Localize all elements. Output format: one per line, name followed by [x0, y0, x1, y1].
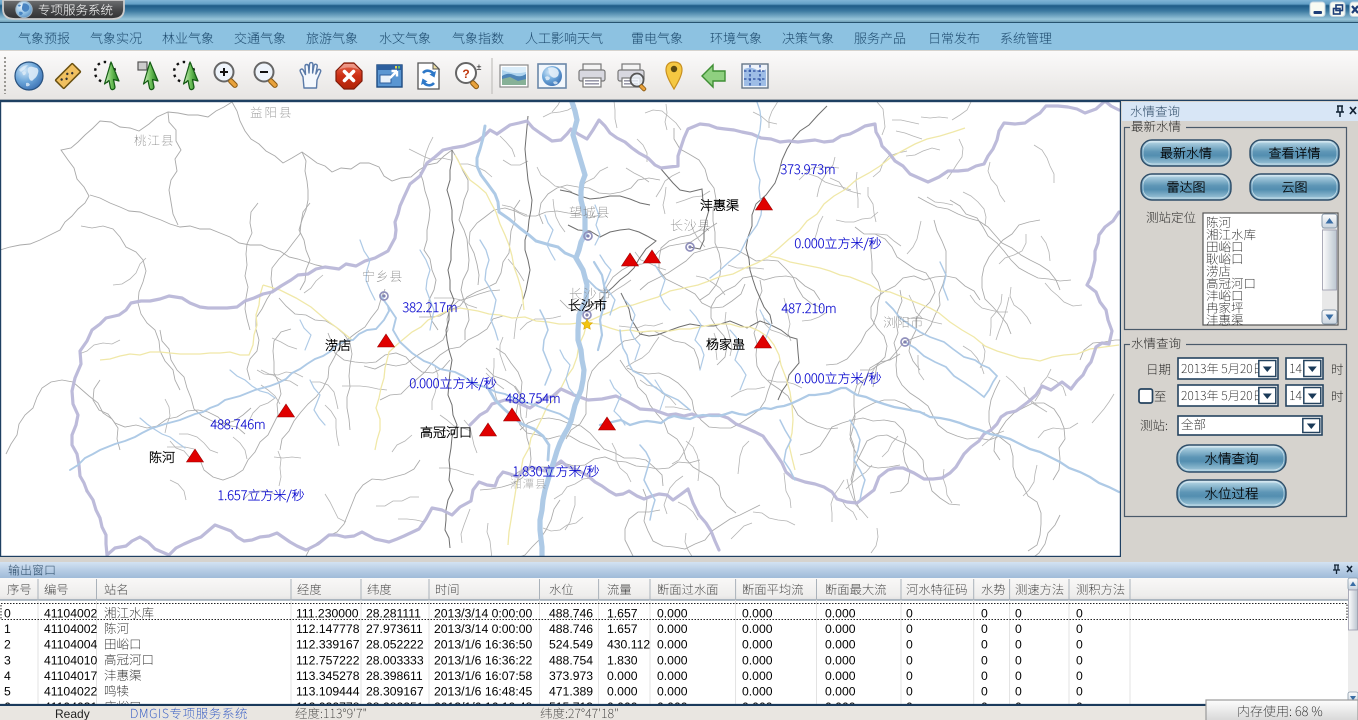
- svg-text:0.000: 0.000: [657, 685, 688, 699]
- svg-text:2013/1/6 16:48:45: 2013/1/6 16:48:45: [434, 685, 532, 699]
- svg-text:0.000: 0.000: [607, 685, 638, 699]
- svg-text:112.757222: 112.757222: [296, 653, 360, 667]
- svg-text:28.003333: 28.003333: [366, 653, 424, 667]
- svg-text:1.657: 1.657: [607, 622, 638, 636]
- svg-text:?: ?: [462, 67, 469, 81]
- svg-text:0.000: 0.000: [657, 638, 688, 652]
- svg-text:0.000: 0.000: [742, 607, 773, 621]
- svg-text:112.339167: 112.339167: [296, 638, 360, 652]
- svg-text:Ready: Ready: [55, 707, 90, 720]
- svg-text:0.000: 0.000: [742, 669, 773, 683]
- svg-text:488.746: 488.746: [549, 607, 593, 621]
- svg-text:0: 0: [981, 638, 988, 652]
- svg-text:2013/1/6 16:36:50: 2013/1/6 16:36:50: [434, 638, 532, 652]
- svg-text:1: 1: [4, 622, 11, 636]
- svg-text:0.000: 0.000: [742, 685, 773, 699]
- svg-text:0: 0: [1076, 607, 1083, 621]
- svg-text:430.112: 430.112: [607, 638, 650, 652]
- svg-text:0.000: 0.000: [825, 685, 856, 699]
- svg-text:0: 0: [906, 622, 913, 636]
- svg-text:3: 3: [4, 653, 11, 667]
- svg-text:41104002: 41104002: [44, 622, 98, 636]
- svg-text:5: 5: [4, 685, 11, 699]
- svg-text:0: 0: [981, 622, 988, 636]
- svg-text:488.754: 488.754: [549, 653, 593, 667]
- svg-text:0: 0: [1015, 607, 1022, 621]
- svg-text:2013/1/6 16:36:22: 2013/1/6 16:36:22: [434, 653, 532, 667]
- svg-text:0: 0: [981, 685, 988, 699]
- svg-text:28.309167: 28.309167: [366, 685, 424, 699]
- svg-text:2: 2: [4, 638, 11, 652]
- svg-text:4: 4: [4, 669, 11, 683]
- svg-text:113.109444: 113.109444: [296, 685, 360, 699]
- svg-text:0.000: 0.000: [825, 607, 856, 621]
- svg-text:0: 0: [1015, 669, 1022, 683]
- svg-text:0: 0: [981, 653, 988, 667]
- svg-text:0: 0: [1015, 653, 1022, 667]
- svg-text:0: 0: [906, 669, 913, 683]
- svg-text:0: 0: [1015, 638, 1022, 652]
- svg-text:27.973611: 27.973611: [366, 622, 423, 636]
- svg-text:2013/1/6 16:07:58: 2013/1/6 16:07:58: [434, 669, 532, 683]
- svg-text:28.052222: 28.052222: [366, 638, 424, 652]
- svg-text:0.000: 0.000: [657, 607, 688, 621]
- svg-text:2013/3/14 0:00:00: 2013/3/14 0:00:00: [434, 607, 532, 621]
- svg-text:0.000: 0.000: [657, 622, 688, 636]
- svg-text:0.000: 0.000: [742, 638, 773, 652]
- svg-text:471.389: 471.389: [549, 685, 593, 699]
- svg-text:±: ±: [477, 62, 482, 72]
- svg-text:0: 0: [1076, 622, 1083, 636]
- svg-text:0: 0: [1076, 685, 1083, 699]
- svg-text:0: 0: [981, 607, 988, 621]
- svg-text:0.000: 0.000: [657, 669, 688, 683]
- svg-text:0: 0: [906, 638, 913, 652]
- svg-text:2013/3/14 0:00:00: 2013/3/14 0:00:00: [434, 622, 532, 636]
- svg-text:0.000: 0.000: [825, 653, 856, 667]
- svg-text:0.000: 0.000: [742, 653, 773, 667]
- svg-text:41104022: 41104022: [44, 685, 98, 699]
- svg-text:373.973: 373.973: [549, 669, 593, 683]
- svg-text:524.549: 524.549: [549, 638, 593, 652]
- svg-text:41104010: 41104010: [44, 653, 98, 667]
- svg-text:0.000: 0.000: [825, 638, 856, 652]
- svg-text:28.398611: 28.398611: [366, 669, 423, 683]
- svg-text:0: 0: [981, 669, 988, 683]
- svg-text:0.000: 0.000: [607, 669, 638, 683]
- svg-text:41104002: 41104002: [44, 607, 98, 621]
- svg-text:1.830: 1.830: [607, 653, 638, 667]
- svg-text:28.281111: 28.281111: [366, 607, 421, 621]
- svg-text:0: 0: [4, 607, 11, 621]
- svg-text:0.000: 0.000: [825, 669, 856, 683]
- svg-text:111.230000: 111.230000: [296, 607, 359, 621]
- svg-text:1.657: 1.657: [607, 607, 638, 621]
- svg-text:112.147778: 112.147778: [296, 622, 360, 636]
- svg-text:0: 0: [906, 653, 913, 667]
- svg-text:0: 0: [1015, 685, 1022, 699]
- svg-text:0: 0: [1076, 669, 1083, 683]
- svg-text:0.000: 0.000: [657, 653, 688, 667]
- svg-text:0: 0: [1076, 653, 1083, 667]
- svg-text:0: 0: [906, 685, 913, 699]
- svg-text:41104017: 41104017: [44, 669, 98, 683]
- svg-text:0: 0: [1076, 638, 1083, 652]
- svg-text:41104004: 41104004: [44, 638, 98, 652]
- svg-text:488.746: 488.746: [549, 622, 593, 636]
- svg-text:0.000: 0.000: [742, 622, 773, 636]
- svg-text:0: 0: [906, 607, 913, 621]
- svg-text:113.345278: 113.345278: [296, 669, 360, 683]
- svg-text:0: 0: [1015, 622, 1022, 636]
- svg-text:0.000: 0.000: [825, 622, 856, 636]
